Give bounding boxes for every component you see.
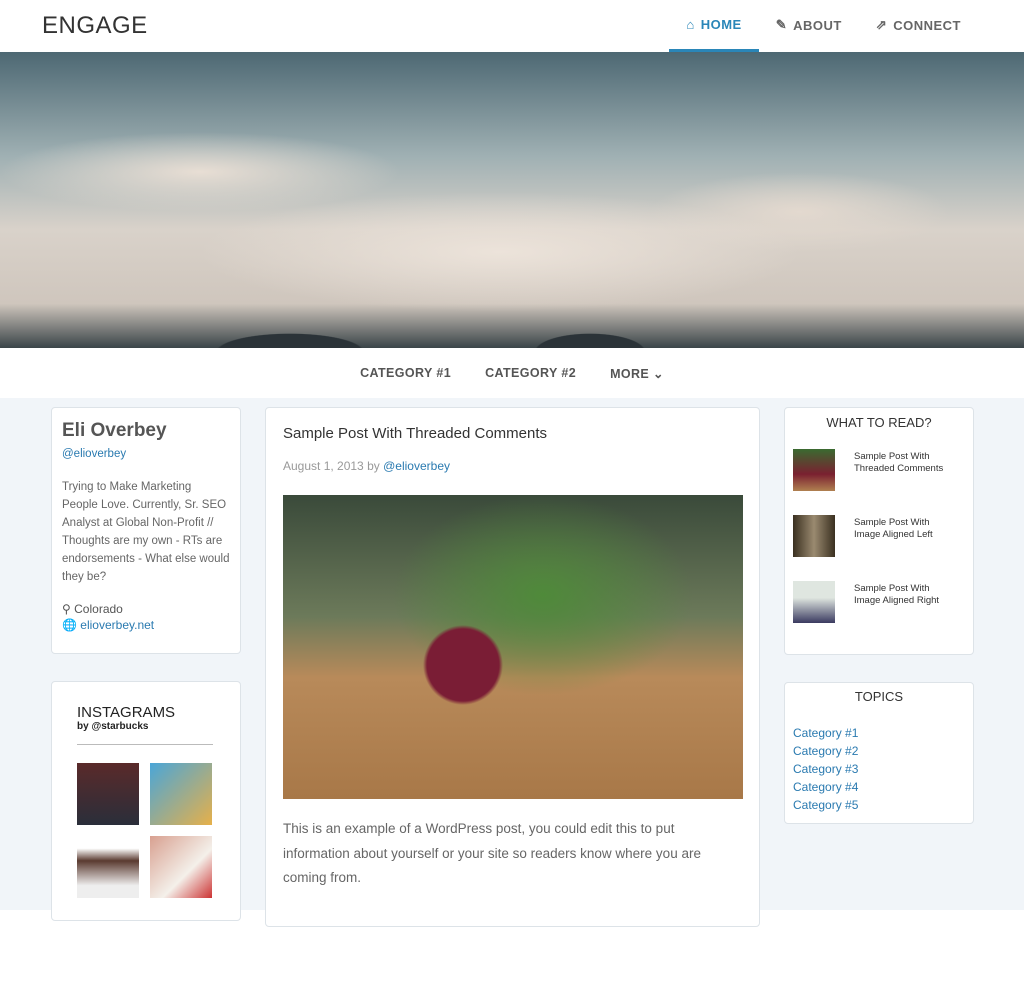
read-item-thumb: [793, 581, 835, 623]
topics-card: TOPICS Category #1 Category #2 Category …: [784, 682, 974, 824]
what-to-read-title: WHAT TO READ?: [826, 415, 932, 430]
website-link[interactable]: elioverbey.net: [80, 618, 154, 632]
topic-link[interactable]: Category #1: [793, 724, 965, 742]
share-icon: ⇗: [875, 17, 888, 32]
post-by: by: [367, 459, 380, 473]
nav-about-label: ABOUT: [793, 17, 842, 33]
chevron-down-icon: ⌄: [653, 366, 664, 381]
post-title[interactable]: Sample Post With Threaded Comments: [283, 425, 742, 442]
post-featured-image: [283, 495, 743, 799]
topic-link[interactable]: Category #5: [793, 796, 965, 814]
read-item-title-1: Sample Post With: [854, 583, 930, 594]
topic-link[interactable]: Category #4: [793, 778, 965, 796]
nav-connect-label: CONNECT: [893, 17, 961, 33]
main-nav: ⌂ HOME ✎ ABOUT ⇗ CONNECT: [669, 0, 978, 52]
read-item[interactable]: Sample Post With Threaded Comments: [793, 449, 965, 491]
instagram-photo[interactable]: [150, 836, 212, 898]
category-nav: CATEGORY #1 CATEGORY #2 MORE ⌄: [0, 348, 1024, 398]
read-item[interactable]: Sample Post With Image Aligned Left: [793, 515, 965, 557]
profile-handle[interactable]: @elioverbey: [62, 448, 230, 460]
read-item-title-1: Sample Post With: [854, 517, 930, 528]
location-text: Colorado: [74, 602, 123, 616]
post-card: Sample Post With Threaded Comments Augus…: [265, 407, 760, 927]
category-1-link[interactable]: CATEGORY #1: [360, 366, 451, 380]
map-pin-icon: ⚲: [62, 602, 71, 616]
topic-link[interactable]: Category #2: [793, 742, 965, 760]
read-item-thumb: [793, 515, 835, 557]
what-to-read-card: WHAT TO READ? Sample Post With Threaded C…: [784, 407, 974, 655]
more-dropdown[interactable]: MORE ⌄: [610, 366, 664, 381]
category-2-link[interactable]: CATEGORY #2: [485, 366, 576, 380]
read-item-title-1: Sample Post With: [854, 451, 930, 462]
post-date: August 1, 2013: [283, 459, 364, 473]
profile-name: Eli Overbey: [62, 420, 167, 441]
home-icon: ⌂: [686, 17, 695, 32]
instagram-photo[interactable]: [77, 763, 139, 825]
profile-bio: Trying to Make Marketing People Love. Cu…: [62, 481, 230, 583]
content-area: Eli Overbey @elioverbey Trying to Make M…: [0, 398, 1024, 927]
read-item[interactable]: Sample Post With Image Aligned Right: [793, 581, 965, 623]
edit-icon: ✎: [775, 17, 788, 32]
nav-connect[interactable]: ⇗ CONNECT: [859, 0, 978, 50]
instagram-photo[interactable]: [150, 763, 212, 825]
profile-website: 🌐 elioverbey.net: [62, 618, 230, 632]
profile-location: ⚲ Colorado: [62, 602, 230, 616]
read-item-title-2: Image Aligned Left: [854, 529, 933, 540]
post-meta: August 1, 2013 by @elioverbey: [283, 459, 742, 473]
read-item-title-2: Image Aligned Right: [854, 595, 940, 606]
more-label: MORE: [610, 366, 650, 381]
nav-about[interactable]: ✎ ABOUT: [759, 0, 859, 50]
instagram-card: INSTAGRAMS by @starbucks: [51, 681, 241, 921]
profile-card: Eli Overbey @elioverbey Trying to Make M…: [51, 407, 241, 654]
post-author-link[interactable]: @elioverbey: [383, 459, 450, 473]
topic-link[interactable]: Category #3: [793, 760, 965, 778]
read-item-title-2: Threaded Comments: [854, 463, 944, 474]
nav-home-label: HOME: [700, 17, 742, 32]
instagram-subtitle: by @starbucks: [77, 721, 149, 732]
site-logo[interactable]: ENGAGE: [42, 12, 148, 40]
instagram-photo[interactable]: [77, 836, 139, 898]
hero-image-waves: [0, 52, 1024, 348]
nav-home[interactable]: ⌂ HOME: [669, 0, 759, 52]
topics-title: TOPICS: [854, 689, 904, 704]
top-bar: ENGAGE ⌂ HOME ✎ ABOUT ⇗ CONNECT: [0, 0, 1024, 52]
globe-icon: 🌐: [62, 618, 77, 632]
read-item-thumb: [793, 449, 835, 491]
instagram-title: INSTAGRAMS: [77, 704, 176, 721]
post-excerpt: This is an example of a WordPress post, …: [283, 821, 701, 885]
